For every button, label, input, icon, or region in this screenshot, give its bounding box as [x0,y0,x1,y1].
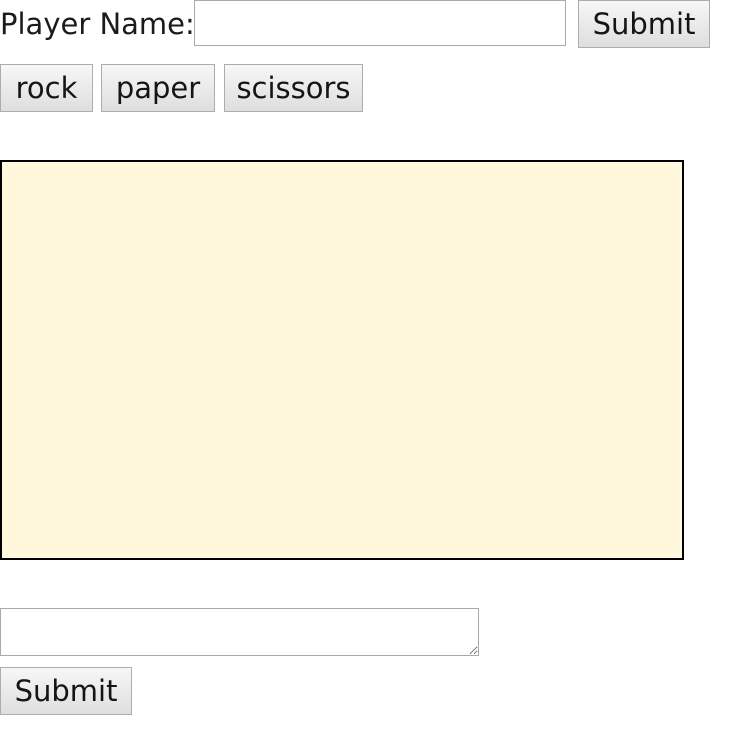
message-submit-button[interactable]: Submit [0,667,132,715]
player-name-input[interactable] [194,0,566,46]
player-name-label: Player Name: [0,7,195,41]
player-name-submit-button[interactable]: Submit [578,0,710,48]
game-display-area [0,160,684,560]
scissors-button[interactable]: scissors [224,64,363,112]
paper-button[interactable]: paper [101,64,215,112]
message-textarea[interactable] [0,608,479,656]
rock-button[interactable]: rock [0,64,93,112]
